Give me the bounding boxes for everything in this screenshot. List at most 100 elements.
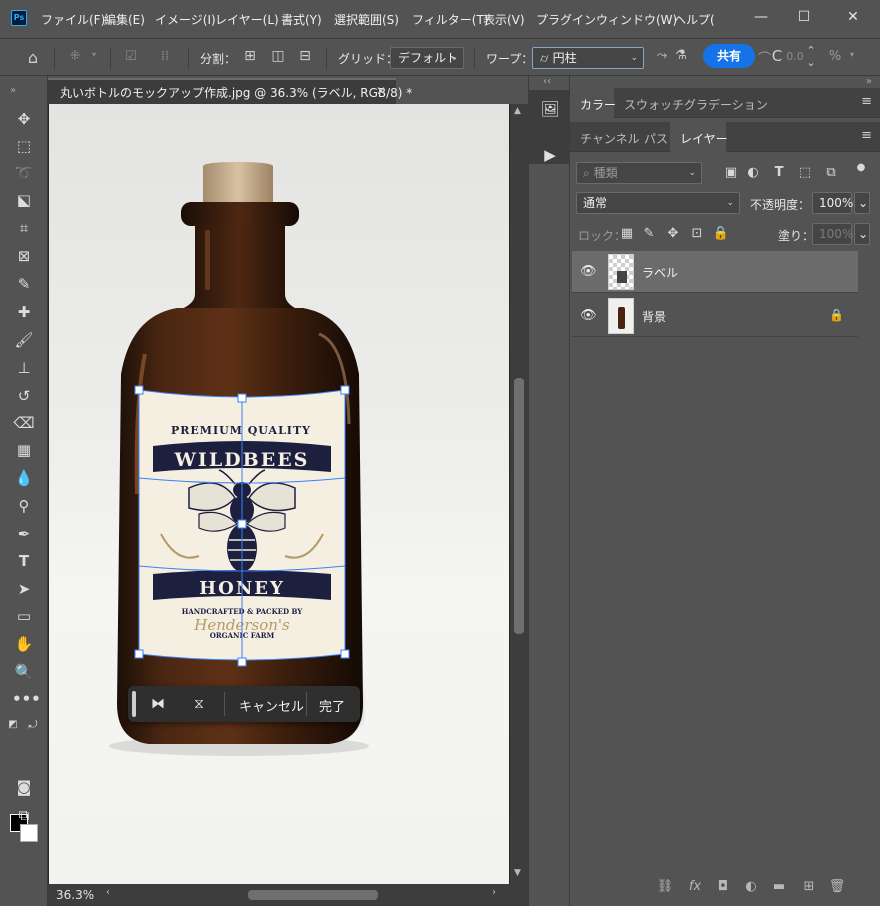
background-color-swatch[interactable] [20,824,38,842]
add-mask-icon[interactable]: ◘ [714,879,732,895]
menu-filter[interactable]: フィルター(T) [412,11,488,28]
transform-mode-icon[interactable]: ⁜ [64,49,86,64]
collapse-panels-icon[interactable]: » [866,76,872,87]
eraser-tool-icon[interactable]: ⌫ [12,412,36,434]
image-panel-icon[interactable]: 🖼 [537,96,563,122]
collapse-icon[interactable]: ‹‹ [543,76,551,87]
document-tab[interactable]: 丸いボトルのモックアップ作成.jpg @ 36.3% (ラベル, RGB/8) … [48,78,412,104]
grid-points-icon[interactable]: ⁞⁞ [154,49,176,64]
dodge-tool-icon[interactable]: ⚲ [12,495,36,517]
maximize-icon[interactable]: ☐ [793,6,815,28]
zoom-level[interactable]: 36.3% [56,888,94,902]
filter-type-icon[interactable]: T [770,165,788,180]
lock-image-icon[interactable]: ✎ [640,226,658,241]
fx-icon[interactable]: fx [686,879,704,895]
lock-all-icon[interactable]: 🔒 [712,226,730,241]
close-icon[interactable]: ✕ [842,6,864,28]
fill-dropdown[interactable]: ⌄ [854,223,870,245]
delete-layer-icon[interactable]: 🗑 [828,879,846,895]
rectangle-tool-icon[interactable]: ▭ [12,605,36,627]
scroll-down-icon[interactable]: ▼ [514,868,521,878]
visibility-eye-icon[interactable]: 👁 [580,264,597,280]
layer-filter-dropdown[interactable]: ⌕ 種類 ⌄ [576,162,702,184]
vertical-scrollbar[interactable]: ▲ ▼ [510,104,528,884]
document-canvas[interactable]: PREMIUM QUALITY WILDBEES HONEY HANDCRAFT… [49,104,509,884]
pen-tool-icon[interactable]: ✒ [12,523,36,545]
split-horizontal-icon[interactable]: ⊟ [296,48,314,64]
path-select-tool-icon[interactable]: ➤ [12,578,36,600]
link-layers-icon[interactable]: ⛓ [656,879,674,895]
tab-gradients[interactable]: グラデーション [684,96,768,113]
tab-paths[interactable]: パス [644,130,668,147]
healing-brush-tool-icon[interactable]: ✚ [12,301,36,323]
quick-mask-icon[interactable]: ◙ [12,776,36,798]
percent-field[interactable]: 0.0 [784,50,806,63]
screen-mode-icon[interactable]: ⧉ [12,804,36,826]
flip-vertical-icon[interactable]: ⧖ [189,694,209,714]
filter-smart-object-icon[interactable]: ⧉ [822,165,840,180]
filter-adjustment-icon[interactable]: ◐ [744,165,762,180]
grid-dropdown[interactable]: デフォルト ⌄ [390,47,464,69]
cancel-button[interactable]: キャンセル [239,696,304,715]
chevron-down-icon[interactable]: ▾ [88,50,100,59]
scroll-right-icon[interactable]: › [492,887,496,898]
adjustment-layer-icon[interactable]: ◐ [742,879,760,895]
warp-orientation-icon[interactable]: ⤳ [654,48,670,63]
panel-menu-icon[interactable]: ≡ [861,94,872,109]
menu-file[interactable]: ファイル(F) [41,11,105,28]
warp-dropdown[interactable]: ⌭ 円柱 ⌄ [532,47,644,69]
crop-tool-icon[interactable]: ⌗ [12,217,36,239]
flip-horizontal-icon[interactable]: ⧓ [148,694,168,714]
swap-colors-icon[interactable]: ⤾ [26,714,40,736]
brush-tool-icon[interactable]: 🖌 [12,329,36,351]
hand-tool-icon[interactable]: ✋ [12,633,36,655]
opacity-dropdown[interactable]: ⌄ [854,192,870,214]
stamp-tool-icon[interactable]: ⊥ [12,357,36,379]
lasso-tool-icon[interactable]: ➰ [12,162,36,184]
visibility-eye-icon[interactable]: 👁 [580,308,597,324]
frame-tool-icon[interactable]: ⊠ [12,245,36,267]
close-tab-icon[interactable]: ✕ [376,84,386,98]
tab-color[interactable]: カラー [580,96,616,113]
split-vertical-icon[interactable]: ◫ [269,48,287,64]
horizontal-scroll-thumb[interactable] [248,890,378,900]
opacity-input[interactable]: 100% [812,192,853,214]
eyedropper-tool-icon[interactable]: ✎ [12,273,36,295]
filter-toggle-icon[interactable]: ● [852,162,870,173]
filter-shape-icon[interactable]: ⬚ [796,165,814,180]
play-actions-icon[interactable]: ▶ [537,142,563,168]
expand-panel-icon[interactable]: » [6,80,20,102]
new-layer-icon[interactable]: ⊞ [800,879,818,895]
layer-name[interactable]: 背景 [642,308,666,325]
layer-name[interactable]: ラベル [642,264,678,281]
split-cross-icon[interactable]: ⊞ [241,48,259,64]
scroll-left-icon[interactable]: ‹ [106,887,110,898]
menu-plugins[interactable]: プラグイン [536,11,596,28]
lock-position-icon[interactable]: ✥ [664,226,682,241]
marquee-tool-icon[interactable]: ⬚ [12,135,36,157]
zoom-tool-icon[interactable]: 🔍 [12,661,36,683]
curve-icon[interactable]: C [770,47,784,65]
lock-artboard-icon[interactable]: ⊡ [688,226,706,241]
layer-row[interactable]: 👁 ラベル [572,251,858,293]
stepper-icon[interactable]: ⌃ ⌄ [806,45,816,69]
tab-layers[interactable]: レイヤー [680,130,728,147]
checkbox-icon[interactable]: ☑ [122,49,140,64]
vertical-scroll-thumb[interactable] [514,378,524,634]
minimize-icon[interactable]: — [750,6,772,28]
lock-transparent-icon[interactable]: ▦ [618,226,636,241]
tab-swatches[interactable]: スウォッチ [624,96,684,113]
done-button[interactable]: 完了 [319,696,345,715]
flask-icon[interactable]: ⚗ [672,48,690,63]
new-group-icon[interactable]: ▬ [770,879,788,895]
menu-image[interactable]: イメージ(I) [155,11,216,28]
menu-layer[interactable]: レイヤー(L) [215,11,279,28]
share-button[interactable]: 共有 [703,44,755,68]
menu-window[interactable]: ウィンドウ(W) [596,11,677,28]
type-tool-icon[interactable]: T [12,550,36,572]
scroll-up-icon[interactable]: ▲ [514,106,521,116]
history-brush-tool-icon[interactable]: ↺ [12,385,36,407]
move-tool-icon[interactable]: ✥ [12,108,36,130]
menu-edit[interactable]: 編集(E) [104,11,145,28]
menu-view[interactable]: 表示(V) [483,11,525,28]
